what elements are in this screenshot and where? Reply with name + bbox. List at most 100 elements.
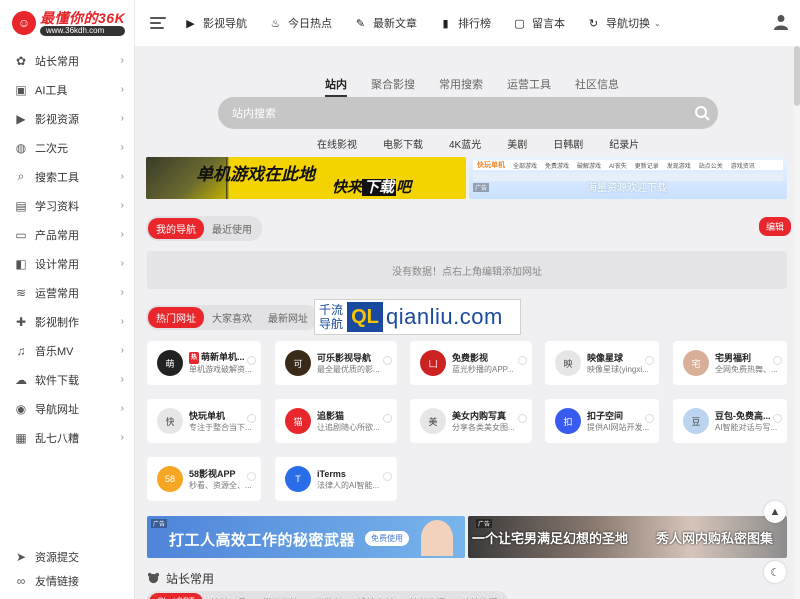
pill-tab[interactable]: 大家喜欢 xyxy=(204,307,260,328)
top-link-label: 最新文章 xyxy=(373,18,417,30)
quick-link[interactable]: 在线影视 xyxy=(317,136,357,151)
site-card[interactable]: 萌热萌新单机... 单机游戏破解资... xyxy=(147,341,261,385)
top-link[interactable]: ▮ 排行榜 xyxy=(439,15,491,31)
site-logo[interactable]: ☺ 最懂你的36K www.36kdh.com xyxy=(0,0,134,46)
more-info-icon[interactable] xyxy=(383,414,392,423)
search-button-icon[interactable] xyxy=(694,105,710,121)
dark-mode-icon[interactable]: ☾ xyxy=(764,561,786,583)
menu-toggle-icon[interactable] xyxy=(150,17,166,29)
sidebar-item[interactable]: ≋ 运营常用 › xyxy=(0,278,134,307)
more-info-icon[interactable] xyxy=(773,414,782,423)
top-link[interactable]: ↻ 导航切换 ⌄ xyxy=(587,15,661,31)
quick-link[interactable]: 4K蓝光 xyxy=(449,136,481,151)
quick-link[interactable]: 电影下载 xyxy=(383,136,423,151)
pill-tab[interactable]: 最近使用 xyxy=(204,218,260,239)
pill-tab[interactable]: ChatGPT xyxy=(149,593,203,599)
site-title: 豆包-免费高... xyxy=(715,410,777,422)
sidebar-item[interactable]: ◉ 导航网址 › xyxy=(0,394,134,423)
sidebar-bottom-item[interactable]: ➤ 资源提交 xyxy=(0,545,135,569)
sidebar-item[interactable]: ◧ 设计常用 › xyxy=(0,249,134,278)
empty-notice: 没有数据！点右上角编辑添加网址 xyxy=(147,251,787,289)
site-card[interactable]: 58 58影视APP 秒看、资源全、... xyxy=(147,457,261,501)
banner-c-avatar xyxy=(421,520,453,556)
search-tab[interactable]: 运营工具 xyxy=(507,76,551,97)
pill-tab[interactable]: 开发者 xyxy=(307,593,350,599)
search-tab[interactable]: 聚合影搜 xyxy=(371,76,415,97)
site-card[interactable]: 猫追影猫 让追剧随心所欲... xyxy=(275,399,397,443)
more-info-icon[interactable] xyxy=(773,356,782,365)
site-logo-icon: 萌 xyxy=(157,350,183,376)
more-info-icon[interactable] xyxy=(518,414,527,423)
sidebar-item[interactable]: ☁ 软件下载 › xyxy=(0,365,134,394)
sidebar-item[interactable]: ✚ 影视制作 › xyxy=(0,307,134,336)
site-card[interactable]: 宅宅男福利 全网免费热舞、... xyxy=(673,341,787,385)
free-use-button[interactable]: 免费使用 xyxy=(365,531,409,546)
pill-tab[interactable]: 站长工具 xyxy=(203,593,255,599)
qianliu-ad[interactable]: 千流导航 QL qianliu.com xyxy=(314,299,521,335)
scroll-top-icon[interactable]: ▲ xyxy=(764,501,786,523)
scroll-thumb[interactable] xyxy=(794,46,800,106)
site-card[interactable]: 美美女内购写真 分享各类美女图... xyxy=(410,399,532,443)
pill-tab[interactable]: 设计素材 xyxy=(350,593,402,599)
more-info-icon[interactable] xyxy=(518,356,527,365)
sidebar-item[interactable]: ▦ 乱七八糟 › xyxy=(0,423,134,452)
more-info-icon[interactable] xyxy=(645,414,654,423)
site-title: 扣子空间 xyxy=(587,410,649,422)
pill-tab[interactable]: 我的导航 xyxy=(148,218,204,239)
search-tab[interactable]: 站内 xyxy=(325,76,347,97)
pill-tab[interactable]: 站长资讯 xyxy=(402,593,454,599)
banner-work-tool[interactable]: 广告 打工人高效工作的秘密武器 免费使用 xyxy=(147,516,465,558)
quick-link[interactable]: 纪录片 xyxy=(609,136,639,151)
quick-link[interactable]: 美剧 xyxy=(507,136,527,151)
top-link[interactable]: ♨ 今日热点 xyxy=(269,15,332,31)
user-icon[interactable] xyxy=(774,14,788,30)
site-card[interactable]: 可可乐影视导航 最全最优质的影... xyxy=(275,341,397,385)
site-title: 58影视APP xyxy=(189,468,251,480)
more-info-icon[interactable] xyxy=(645,356,654,365)
sidebar-item[interactable]: ♫ 音乐MV › xyxy=(0,336,134,365)
site-card[interactable]: 映映像星球 映像星球(yingxi... xyxy=(545,341,659,385)
more-info-icon[interactable] xyxy=(383,356,392,365)
more-info-icon[interactable] xyxy=(247,472,256,481)
sidebar-item[interactable]: ▤ 学习资料 › xyxy=(0,191,134,220)
top-link[interactable]: ✎ 最新文章 xyxy=(354,15,417,31)
search-input[interactable]: 站内搜索 xyxy=(218,97,718,129)
more-info-icon[interactable] xyxy=(247,356,256,365)
more-info-icon[interactable] xyxy=(247,414,256,423)
banner-game-download[interactable]: 单机游戏在此地 快来 下载吧 xyxy=(146,157,466,199)
banner-b-welcome: 海量资源欢迎下载 xyxy=(587,183,667,194)
site-card[interactable]: 扣扣子空间 提供AI网站开发... xyxy=(545,399,659,443)
pill-tab[interactable]: 建站资源 xyxy=(454,593,506,599)
sidebar-bottom-item[interactable]: ∞ 友情链接 xyxy=(0,569,135,593)
sidebar-item[interactable]: ▶ 影视资源 › xyxy=(0,104,134,133)
banner-kuaiwan[interactable]: 快玩单机 全部游戏 免费游戏 破解游戏 AI丧失 更新记录 发现游戏 站点公关 游戏资讯 广告 … xyxy=(469,157,787,199)
site-title-text: 追影猫 xyxy=(317,410,345,421)
scrollbar[interactable] xyxy=(794,46,800,599)
edit-button[interactable]: 编辑 xyxy=(759,217,792,236)
pill-tab[interactable]: 常用网址 xyxy=(255,593,307,599)
site-title-text: 可乐影视导航 xyxy=(317,352,372,363)
site-card[interactable]: 凵免费影视 蓝光秒播的APP... xyxy=(410,341,532,385)
site-card[interactable]: 快快玩单机 专注于整合当下... xyxy=(147,399,261,443)
site-title-text: 免费影视 xyxy=(452,352,489,363)
more-info-icon[interactable] xyxy=(383,472,392,481)
pill-tab[interactable]: 最新网址 xyxy=(260,307,316,328)
top-link[interactable]: ▶ 影视导航 xyxy=(184,15,247,31)
site-logo-icon: 猫 xyxy=(285,408,311,434)
sidebar-item[interactable]: ▭ 产品常用 › xyxy=(0,220,134,249)
top-link[interactable]: ▢ 留言本 xyxy=(513,15,565,31)
sidebar-item[interactable]: ✿ 站长常用 › xyxy=(0,46,134,75)
search-tab[interactable]: 常用搜索 xyxy=(439,76,483,97)
search-tab[interactable]: 社区信息 xyxy=(575,76,619,97)
quick-link[interactable]: 日韩剧 xyxy=(553,136,583,151)
pill-tab[interactable]: 热门网址 xyxy=(148,307,204,328)
top-link-label: 今日热点 xyxy=(288,18,332,30)
site-card[interactable]: TiTerms 法律人的AI智能... xyxy=(275,457,397,501)
site-card[interactable]: 豆豆包-免费高... AI智能对话与写... xyxy=(673,399,787,443)
sidebar-item[interactable]: ⌕ 搜索工具 › xyxy=(0,162,134,191)
sidebar-item[interactable]: ▣ AI工具 › xyxy=(0,75,134,104)
logo-title: 最懂你的36K xyxy=(40,10,126,26)
site-title-text: 萌新单机... xyxy=(201,352,245,362)
banner-xiuren[interactable]: 广告 一个让宅男满足幻想的圣地 秀人网内购私密图集 xyxy=(468,516,787,558)
sidebar-item[interactable]: ◍ 二次元 › xyxy=(0,133,134,162)
